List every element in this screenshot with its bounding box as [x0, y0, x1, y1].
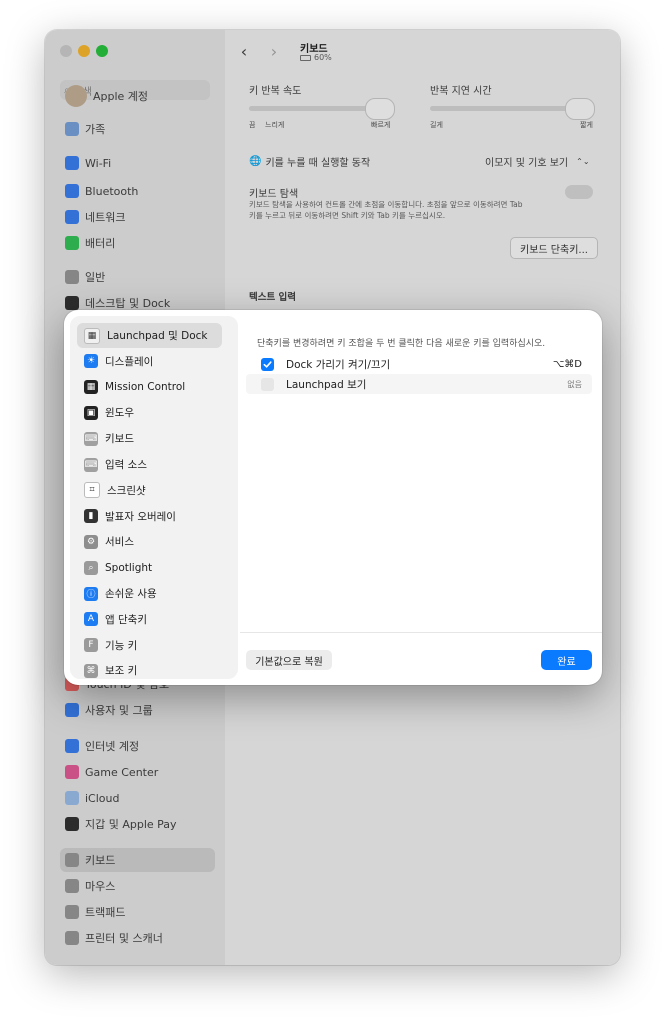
window-icon: ▣	[84, 405, 98, 420]
category-label: 기능 키	[105, 639, 138, 652]
category-item[interactable]: ⌕ Spotlight	[77, 555, 222, 580]
category-item[interactable]: ⓘ 손쉬운 사용	[77, 581, 222, 606]
shortcut-key[interactable]: 없음	[567, 379, 582, 390]
shortcut-category-list: ▦ Launchpad 및 Dock ☀ 디스플레이 ▦ Mission Control ▣…	[70, 316, 238, 679]
shortcut-row-launchpad[interactable]: Launchpad 보기 없음	[246, 374, 592, 394]
screenshot-icon: ⌗	[84, 482, 100, 499]
done-button[interactable]: 완료	[541, 650, 592, 670]
spotlight-icon: ⌕	[84, 560, 98, 575]
app-shortcuts-icon: A	[84, 612, 98, 627]
category-label: 스크린샷	[107, 484, 146, 497]
launchpad-icon: ▦	[84, 327, 100, 344]
category-item[interactable]: ⚙ 서비스	[77, 529, 222, 554]
shortcut-row-dock[interactable]: Dock 가리기 켜기/끄기 ⌥⌘D	[246, 354, 592, 374]
gear-services-icon: ⚙	[84, 534, 98, 549]
category-label: 손쉬운 사용	[105, 588, 157, 600]
category-item[interactable]: ⌘ 보조 키	[77, 658, 222, 683]
function-keys-icon: F	[84, 638, 98, 653]
category-item[interactable]: ▣ 윈도우	[77, 400, 222, 425]
checkbox-checked-icon[interactable]	[261, 357, 274, 371]
modifier-keys-icon: ⌘	[84, 663, 98, 678]
shortcut-label: Dock 가리기 켜기/끄기	[286, 358, 391, 371]
category-label: Launchpad 및 Dock	[107, 330, 208, 342]
category-label: 앱 단축키	[105, 613, 147, 626]
shortcut-hint: 단축키를 변경하려면 키 조합을 두 번 클릭한 다음 새로운 키를 입력하십시…	[257, 339, 546, 349]
category-label: 키보드	[105, 433, 134, 446]
category-label: 보조 키	[105, 665, 138, 678]
category-item[interactable]: ☀ 디스플레이	[77, 349, 222, 374]
presenter-overlay-icon: ▮	[84, 509, 98, 524]
category-label: 서비스	[105, 536, 134, 549]
shortcut-label: Launchpad 보기	[286, 378, 367, 391]
category-label: 발표자 오버레이	[105, 510, 176, 523]
category-item[interactable]: ⌨ 키보드	[77, 426, 222, 451]
checkbox-unchecked-icon[interactable]	[261, 377, 274, 391]
category-item[interactable]: A 앱 단축키	[77, 607, 222, 632]
footer-divider	[240, 632, 602, 633]
category-label: 입력 소스	[105, 459, 147, 471]
category-label: 디스플레이	[105, 355, 154, 368]
category-item[interactable]: ⌗ 스크린샷	[77, 478, 222, 503]
restore-defaults-button[interactable]: 기본값으로 복원	[246, 650, 332, 670]
category-label: Mission Control	[105, 381, 186, 394]
category-item[interactable]: ▮ 발표자 오버레이	[77, 504, 222, 529]
category-item[interactable]: F 기능 키	[77, 633, 222, 658]
accessibility-icon: ⓘ	[84, 586, 98, 601]
shortcut-key[interactable]: ⌥⌘D	[553, 359, 582, 370]
keyboard-shortcuts-sheet: ▦ Launchpad 및 Dock ☀ 디스플레이 ▦ Mission Control ▣…	[64, 310, 602, 685]
input-source-icon: ⌨	[84, 457, 98, 472]
keyboard-icon: ⌨	[84, 431, 98, 446]
category-label: 윈도우	[105, 407, 134, 420]
category-item[interactable]: ▦ Launchpad 및 Dock	[77, 323, 222, 348]
mission-control-icon: ▦	[84, 380, 98, 395]
display-icon: ☀	[84, 354, 98, 369]
category-item[interactable]: ▦ Mission Control	[77, 375, 222, 400]
category-item[interactable]: ⌨ 입력 소스	[77, 452, 222, 477]
category-label: Spotlight	[105, 561, 153, 574]
